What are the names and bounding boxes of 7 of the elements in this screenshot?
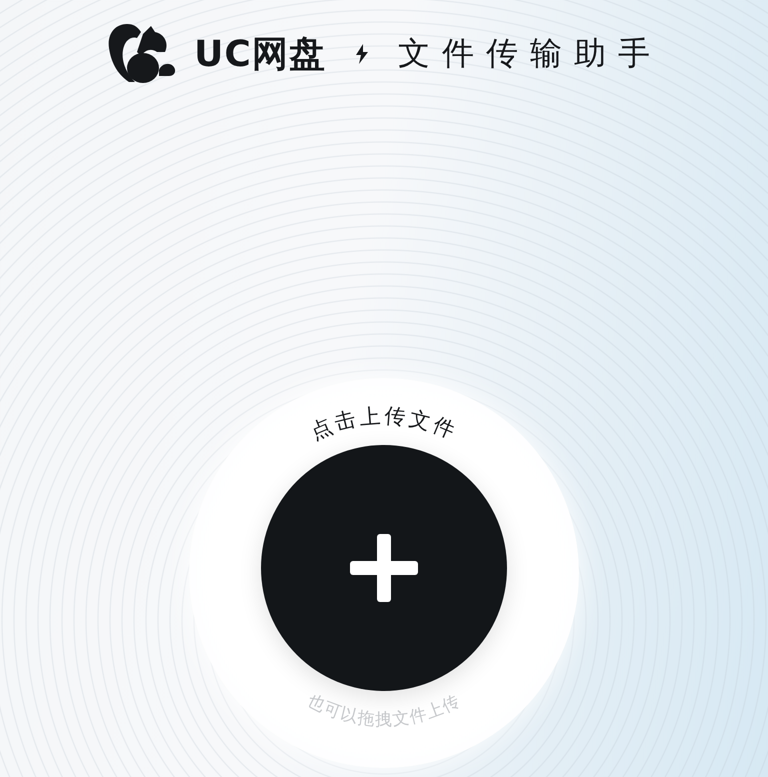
upload-label: 点击上传文件 — [307, 404, 461, 444]
drag-hint: 也可以拖拽文件上传 — [304, 690, 464, 730]
lightning-icon — [354, 44, 370, 64]
page-title: 文件传输助手 — [398, 33, 662, 74]
upload-area[interactable]: 点击上传文件 也可以拖拽文件上传 — [189, 378, 579, 768]
plus-icon — [350, 534, 418, 602]
brand-name: UC网盘 — [194, 32, 326, 76]
